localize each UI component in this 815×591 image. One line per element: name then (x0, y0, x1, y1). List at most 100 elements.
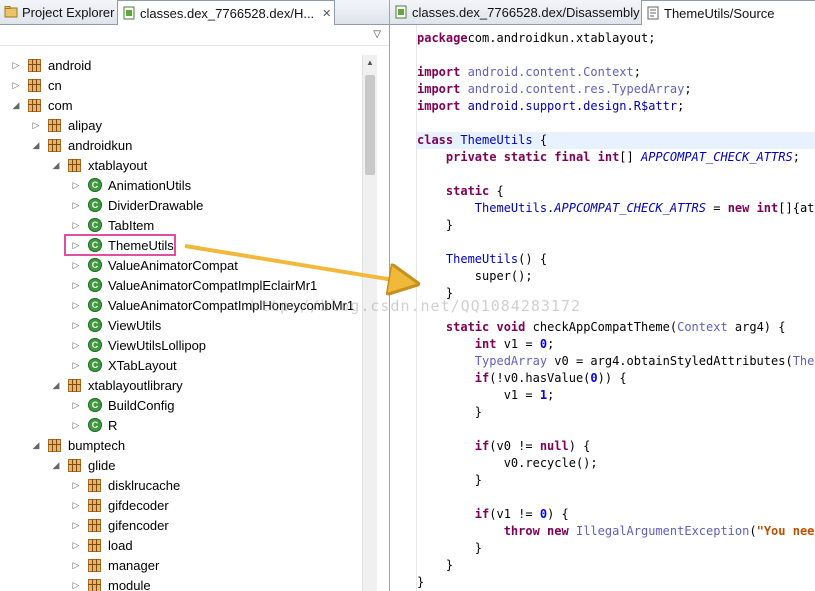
tree-item[interactable]: ▷ load (70, 535, 133, 555)
tree-item[interactable]: ▷ cn (10, 75, 62, 95)
collapsed-arrow-icon[interactable]: ▷ (70, 259, 82, 271)
tree-item[interactable]: ◢ xtablayout (50, 155, 148, 175)
code-line: if(v1 != 0) { (417, 506, 815, 523)
code-token: com.androidkun.xtablayout; (467, 31, 656, 45)
tree-item[interactable]: ◢ glide (50, 455, 116, 475)
tree-item[interactable]: ▷ C R (70, 415, 118, 435)
tree-item[interactable]: ▷ C AnimationUtils (70, 175, 192, 195)
collapsed-arrow-icon[interactable]: ▷ (70, 279, 82, 291)
collapsed-arrow-icon[interactable]: ▷ (70, 499, 82, 511)
tab-class-file[interactable]: classes.dex_7766528.dex/H... ✕ (117, 0, 335, 25)
collapsed-arrow-icon[interactable]: ▷ (10, 79, 22, 91)
scroll-up-icon[interactable]: ▲ (363, 55, 377, 69)
expanded-arrow-icon[interactable]: ◢ (50, 379, 62, 391)
tree-item[interactable]: ◢ androidkun (30, 135, 133, 155)
expanded-arrow-icon[interactable]: ◢ (10, 99, 22, 111)
code-line: class ThemeUtils { (417, 132, 815, 149)
collapsed-arrow-icon[interactable]: ▷ (70, 339, 82, 351)
collapsed-arrow-icon[interactable]: ▷ (70, 219, 82, 231)
code-token: []{att (778, 201, 815, 215)
vertical-scrollbar[interactable]: ▲ (362, 55, 377, 591)
code-line: private static final int[] APPCOMPAT_CHE… (417, 149, 815, 166)
tab-project-explorer[interactable]: Project Explorer (0, 0, 116, 24)
code-line: } (417, 557, 815, 574)
code-line: static void checkAppCompatTheme(Context … (417, 319, 815, 336)
collapsed-arrow-icon[interactable]: ▷ (70, 519, 82, 531)
scrollbar-thumb[interactable] (365, 75, 375, 175)
tree-item[interactable]: ▷ C ValueAnimatorCompatImplEclairMr1 (70, 275, 318, 295)
tree-item[interactable]: ▷ disklrucache (70, 475, 181, 495)
collapsed-arrow-icon[interactable]: ▷ (70, 179, 82, 191)
tree-item-label: xtablayoutlibrary (88, 377, 183, 393)
class-icon: C (88, 318, 102, 332)
package-icon (48, 118, 61, 132)
collapsed-arrow-icon[interactable]: ▷ (70, 299, 82, 311)
view-menu-icon[interactable]: ▽ (373, 29, 381, 40)
code-token: APPCOMPAT_CHECK_ATTRS (640, 150, 793, 164)
collapsed-arrow-icon[interactable]: ▷ (70, 359, 82, 371)
tree-item-label: BuildConfig (108, 397, 175, 413)
code-line: TypedArray v0 = arg4.obtainStyledAttribu… (417, 353, 815, 370)
tree-item[interactable]: ▷ android (10, 55, 92, 75)
code-token: ( (749, 524, 757, 538)
package-icon (88, 578, 101, 591)
tree-item[interactable]: ▷ C TabItem (70, 215, 155, 235)
collapsed-arrow-icon[interactable]: ▷ (70, 479, 82, 491)
tree-item[interactable]: ▷ alipay (30, 115, 102, 135)
code-token: TypedArray (474, 354, 548, 368)
collapsed-arrow-icon[interactable]: ▷ (10, 59, 22, 71)
tree-item[interactable]: ▷ manager (70, 555, 160, 575)
tree-item-label: glide (88, 457, 116, 473)
tree-item[interactable]: ▷ C ValueAnimatorCompat (70, 255, 238, 275)
collapsed-arrow-icon[interactable]: ▷ (70, 319, 82, 331)
project-explorer-pane: Project Explorer classes.dex_7766528.dex… (0, 0, 390, 591)
tree-item[interactable]: ◢ xtablayoutlibrary (50, 375, 183, 395)
tree-item-label: androidkun (68, 137, 133, 153)
editor-pane: classes.dex_7766528.dex/Disassembly Them… (390, 0, 815, 591)
class-icon: C (88, 418, 102, 432)
expanded-arrow-icon[interactable]: ◢ (30, 139, 42, 151)
tab-disassembly[interactable]: classes.dex_7766528.dex/Disassembly (390, 0, 640, 24)
tree-item-label: android (48, 57, 92, 73)
code-token: null (539, 439, 569, 453)
collapsed-arrow-icon[interactable]: ▷ (70, 539, 82, 551)
code-line: } (417, 404, 815, 421)
code-token: import (417, 82, 461, 96)
tab-source[interactable]: ThemeUtils/Source (641, 0, 815, 25)
tree-item-label: load (108, 537, 133, 553)
code-token: v0.recycle(); (417, 456, 598, 470)
code-token: } (417, 541, 483, 555)
collapsed-arrow-icon[interactable]: ▷ (70, 199, 82, 211)
code-token: APPCOMPAT_CHECK_ATTRS (554, 201, 706, 215)
code-token: 0 (590, 371, 598, 385)
tree-item[interactable]: ▷ C DividerDrawable (70, 195, 204, 215)
expanded-arrow-icon[interactable]: ◢ (30, 439, 42, 451)
tree-item[interactable]: ▷ C BuildConfig (70, 395, 175, 415)
expanded-arrow-icon[interactable]: ◢ (50, 459, 62, 471)
collapsed-arrow-icon[interactable]: ▷ (30, 119, 42, 131)
tree-item[interactable]: ▷ module (70, 575, 151, 591)
expanded-arrow-icon[interactable]: ◢ (50, 159, 62, 171)
tree-item[interactable]: ◢ bumptech (30, 435, 126, 455)
tree-item[interactable]: ▷ C XTabLayout (70, 355, 177, 375)
code-token: checkAppCompatTheme( (525, 320, 678, 334)
tree-item[interactable]: ▷ gifdecoder (70, 495, 169, 515)
code-token: v1 = (496, 337, 540, 351)
tree-item[interactable]: ▷ C ViewUtils (70, 315, 162, 335)
collapsed-arrow-icon[interactable]: ▷ (70, 399, 82, 411)
package-icon (88, 558, 101, 572)
tree-item[interactable]: ◢ com (10, 95, 73, 115)
close-icon[interactable]: ✕ (322, 7, 331, 20)
code-token: (!v0.hasValue( (489, 371, 591, 385)
editor-tab-bar: classes.dex_7766528.dex/Disassembly Them… (390, 0, 815, 25)
code-line: if(!v0.hasValue(0)) { (417, 370, 815, 387)
collapsed-arrow-icon[interactable]: ▷ (70, 579, 82, 591)
tree-item[interactable]: ▷ gifencoder (70, 515, 169, 535)
collapsed-arrow-icon[interactable]: ▷ (70, 419, 82, 431)
collapsed-arrow-icon[interactable]: ▷ (70, 559, 82, 571)
code-token: { (532, 133, 548, 147)
tree-item[interactable]: ▷ C ViewUtilsLollipop (70, 335, 207, 355)
code-token: { (489, 184, 504, 198)
